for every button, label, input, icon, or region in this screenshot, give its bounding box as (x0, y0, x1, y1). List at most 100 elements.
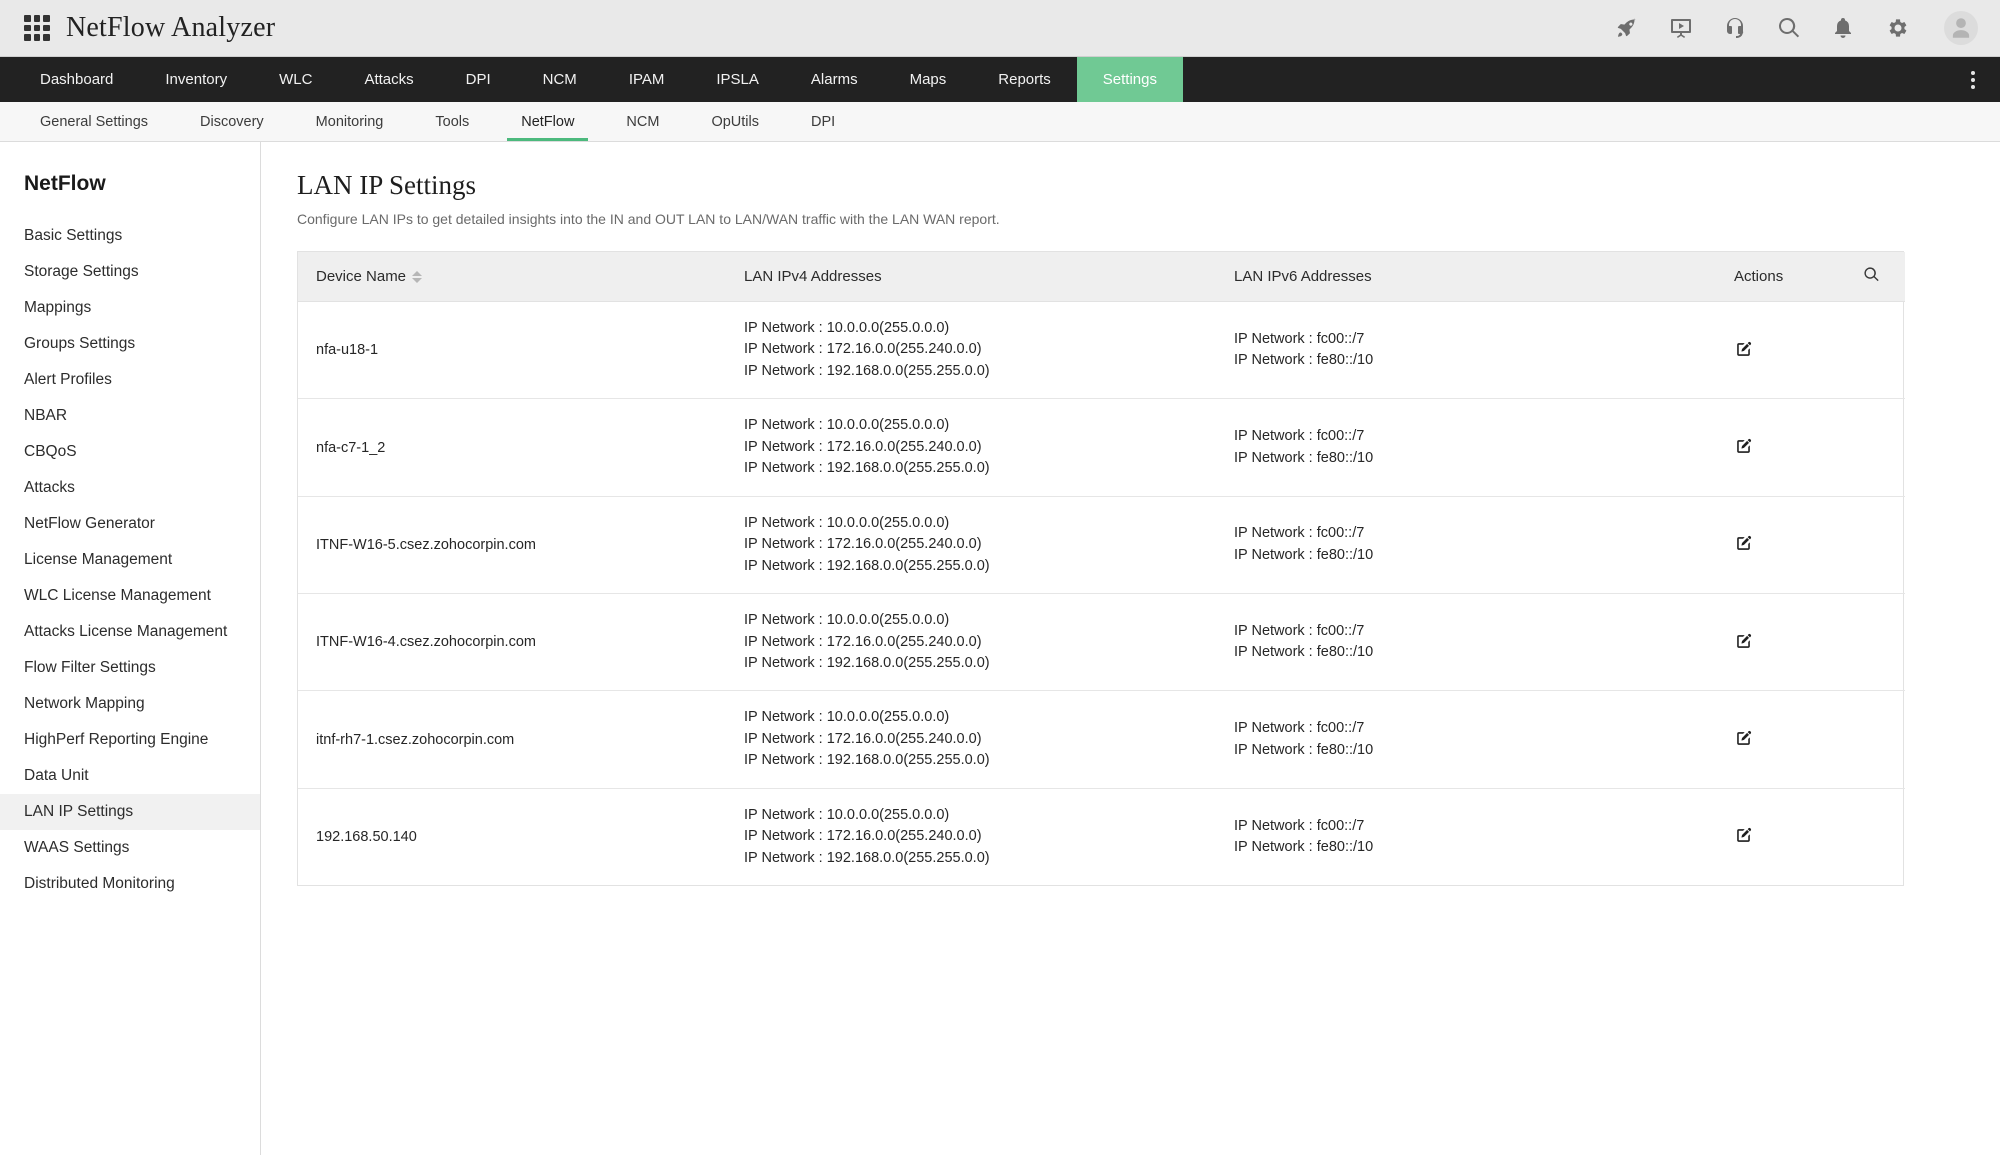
sidebar-item-alert-profiles[interactable]: Alert Profiles (0, 362, 260, 398)
cell-device-name: ITNF-W16-5.csez.zohocorpin.com (298, 496, 728, 593)
ipv4-entry: IP Network : 172.16.0.0(255.240.0.0) (744, 437, 1202, 458)
sidebar-item-data-unit[interactable]: Data Unit (0, 758, 260, 794)
cell-ipv6-addresses: IP Network : fc00::/7 IP Network : fe80:… (1218, 399, 1718, 496)
table-search-icon[interactable] (1863, 266, 1880, 287)
edit-icon[interactable] (1732, 338, 1755, 361)
cell-actions (1718, 691, 1905, 788)
column-header-ipv6[interactable]: LAN IPv6 Addresses (1218, 252, 1718, 302)
nav-item-ipsla[interactable]: IPSLA (690, 57, 785, 102)
notifications-bell-icon[interactable] (1830, 15, 1856, 41)
ipv4-entry: IP Network : 192.168.0.0(255.255.0.0) (744, 653, 1202, 674)
ipv4-entry: IP Network : 10.0.0.0(255.0.0.0) (744, 513, 1202, 534)
cell-actions (1718, 496, 1905, 593)
cell-device-name: nfa-c7-1_2 (298, 399, 728, 496)
presentation-video-icon[interactable] (1668, 15, 1694, 41)
sidebar-item-wlc-license-management[interactable]: WLC License Management (0, 578, 260, 614)
ipv4-entry: IP Network : 192.168.0.0(255.255.0.0) (744, 750, 1202, 771)
ipv4-entry: IP Network : 192.168.0.0(255.255.0.0) (744, 458, 1202, 479)
lan-ip-table: Device Name LAN IPv4 Addresses LAN IPv6 … (298, 252, 1905, 885)
cell-actions (1718, 788, 1905, 885)
user-avatar-icon[interactable] (1944, 11, 1978, 45)
sidebar-item-highperf-reporting-engine[interactable]: HighPerf Reporting Engine (0, 722, 260, 758)
nav-item-wlc[interactable]: WLC (253, 57, 338, 102)
cell-ipv4-addresses: IP Network : 10.0.0.0(255.0.0.0) IP Netw… (728, 399, 1218, 496)
cell-ipv4-addresses: IP Network : 10.0.0.0(255.0.0.0) IP Netw… (728, 594, 1218, 691)
lan-ip-table-container: Device Name LAN IPv4 Addresses LAN IPv6 … (297, 251, 1904, 886)
nav-item-attacks[interactable]: Attacks (338, 57, 439, 102)
settings-sub-navigation: General Settings Discovery Monitoring To… (0, 102, 2000, 142)
ipv6-entry: IP Network : fc00::/7 (1234, 718, 1702, 739)
edit-icon[interactable] (1732, 532, 1755, 555)
edit-icon[interactable] (1732, 435, 1755, 458)
tab-discovery[interactable]: Discovery (174, 102, 290, 141)
nav-item-ncm[interactable]: NCM (517, 57, 603, 102)
nav-item-inventory[interactable]: Inventory (139, 57, 253, 102)
ipv6-entry: IP Network : fc00::/7 (1234, 329, 1702, 350)
edit-icon[interactable] (1732, 824, 1755, 847)
edit-icon[interactable] (1732, 630, 1755, 653)
sidebar-item-distributed-monitoring[interactable]: Distributed Monitoring (0, 866, 260, 902)
main-content: LAN IP Settings Configure LAN IPs to get… (261, 142, 2000, 1155)
settings-gear-icon[interactable] (1884, 15, 1910, 41)
sidebar-item-cbqos[interactable]: CBQoS (0, 434, 260, 470)
sidebar-item-waas-settings[interactable]: WAAS Settings (0, 830, 260, 866)
sidebar-item-basic-settings[interactable]: Basic Settings (0, 218, 260, 254)
column-header-actions: Actions (1718, 252, 1838, 302)
sidebar-item-groups-settings[interactable]: Groups Settings (0, 326, 260, 362)
sidebar-item-license-management[interactable]: License Management (0, 542, 260, 578)
nav-item-ipam[interactable]: IPAM (603, 57, 691, 102)
sort-arrows-icon[interactable] (412, 271, 422, 283)
nav-item-alarms[interactable]: Alarms (785, 57, 884, 102)
tab-netflow[interactable]: NetFlow (495, 102, 600, 141)
cell-ipv6-addresses: IP Network : fc00::/7 IP Network : fe80:… (1218, 594, 1718, 691)
cell-ipv6-addresses: IP Network : fc00::/7 IP Network : fe80:… (1218, 691, 1718, 788)
table-row: nfa-u18-1 IP Network : 10.0.0.0(255.0.0.… (298, 302, 1905, 399)
ipv6-entry: IP Network : fc00::/7 (1234, 621, 1702, 642)
sidebar-item-netflow-generator[interactable]: NetFlow Generator (0, 506, 260, 542)
nav-item-reports[interactable]: Reports (972, 57, 1077, 102)
sidebar-item-mappings[interactable]: Mappings (0, 290, 260, 326)
nav-item-maps[interactable]: Maps (884, 57, 973, 102)
nav-item-settings[interactable]: Settings (1077, 57, 1183, 102)
sidebar-item-nbar[interactable]: NBAR (0, 398, 260, 434)
app-title: NetFlow Analyzer (66, 12, 275, 44)
cell-ipv6-addresses: IP Network : fc00::/7 IP Network : fe80:… (1218, 302, 1718, 399)
ipv4-entry: IP Network : 192.168.0.0(255.255.0.0) (744, 556, 1202, 577)
ipv4-entry: IP Network : 10.0.0.0(255.0.0.0) (744, 415, 1202, 436)
nav-item-dashboard[interactable]: Dashboard (14, 57, 139, 102)
sidebar-item-flow-filter-settings[interactable]: Flow Filter Settings (0, 650, 260, 686)
ipv4-entry: IP Network : 10.0.0.0(255.0.0.0) (744, 610, 1202, 631)
search-icon[interactable] (1776, 15, 1802, 41)
column-header-ipv4[interactable]: LAN IPv4 Addresses (728, 252, 1218, 302)
sidebar-item-network-mapping[interactable]: Network Mapping (0, 686, 260, 722)
cell-ipv4-addresses: IP Network : 10.0.0.0(255.0.0.0) IP Netw… (728, 691, 1218, 788)
rocket-icon[interactable] (1614, 15, 1640, 41)
grid-apps-icon[interactable] (24, 15, 50, 41)
header-icon-group (1614, 11, 1978, 45)
headset-support-icon[interactable] (1722, 15, 1748, 41)
sidebar-item-attacks-license-management[interactable]: Attacks License Management (0, 614, 260, 650)
tab-general-settings[interactable]: General Settings (14, 102, 174, 141)
top-header-bar: NetFlow Analyzer (0, 0, 2000, 57)
tab-ncm[interactable]: NCM (600, 102, 685, 141)
ipv6-entry: IP Network : fe80::/10 (1234, 837, 1702, 858)
kebab-menu-icon[interactable] (1960, 57, 1986, 102)
tab-oputils[interactable]: OpUtils (685, 102, 785, 141)
tab-dpi[interactable]: DPI (785, 102, 861, 141)
sidebar-item-lan-ip-settings[interactable]: LAN IP Settings (0, 794, 260, 830)
ipv6-entry: IP Network : fe80::/10 (1234, 350, 1702, 371)
cell-ipv4-addresses: IP Network : 10.0.0.0(255.0.0.0) IP Netw… (728, 496, 1218, 593)
ipv6-entry: IP Network : fc00::/7 (1234, 816, 1702, 837)
table-row: nfa-c7-1_2 IP Network : 10.0.0.0(255.0.0… (298, 399, 1905, 496)
nav-item-dpi[interactable]: DPI (440, 57, 517, 102)
ipv4-entry: IP Network : 172.16.0.0(255.240.0.0) (744, 729, 1202, 750)
sidebar-item-attacks[interactable]: Attacks (0, 470, 260, 506)
edit-icon[interactable] (1732, 727, 1755, 750)
column-header-device-name[interactable]: Device Name (298, 252, 728, 302)
tab-monitoring[interactable]: Monitoring (290, 102, 410, 141)
ipv4-entry: IP Network : 192.168.0.0(255.255.0.0) (744, 848, 1202, 869)
tab-tools[interactable]: Tools (409, 102, 495, 141)
cell-ipv4-addresses: IP Network : 10.0.0.0(255.0.0.0) IP Netw… (728, 302, 1218, 399)
sidebar-item-storage-settings[interactable]: Storage Settings (0, 254, 260, 290)
cell-device-name: ITNF-W16-4.csez.zohocorpin.com (298, 594, 728, 691)
